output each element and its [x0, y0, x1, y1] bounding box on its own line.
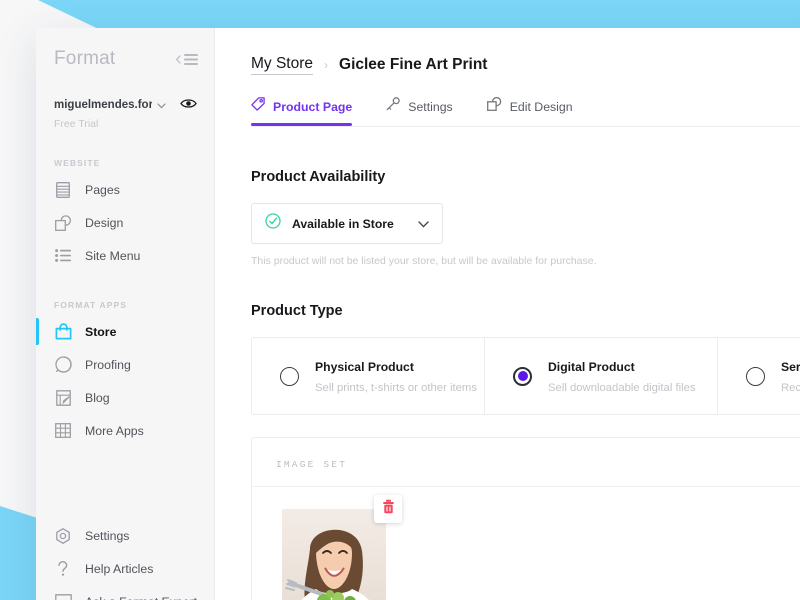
brand-logo: Format	[54, 48, 116, 69]
sidebar-item-label: Pages	[85, 182, 120, 197]
sidebar-item-label: Proofing	[85, 357, 131, 372]
design-icon	[54, 214, 72, 231]
product-type-name: Service	[781, 360, 800, 374]
tab-bar: Product Page Settings Edit Design	[215, 96, 800, 126]
sidebar-header: Format	[36, 28, 214, 70]
product-type-description: Sell prints, t-shirts or other items	[315, 382, 477, 394]
wrench-icon	[386, 97, 401, 116]
sidebar-item-site-menu[interactable]: Site Menu	[36, 239, 214, 272]
main-content: My Store › Giclee Fine Art Print Product…	[215, 28, 800, 600]
product-type-description: Sell downloadable digital files	[548, 382, 696, 394]
product-type-option-physical[interactable]: Physical Product Sell prints, t-shirts o…	[252, 338, 485, 414]
sidebar-item-proofing[interactable]: Proofing	[36, 348, 214, 381]
sidebar-item-label: Site Menu	[85, 248, 141, 263]
availability-selected-value: Available in Store	[292, 216, 394, 231]
tab-label: Settings	[408, 99, 453, 114]
radio-button[interactable]	[280, 366, 299, 386]
sidebar-item-blog[interactable]: Blog	[36, 381, 214, 414]
tag-icon	[251, 97, 265, 116]
eye-icon[interactable]	[180, 96, 197, 114]
tab-product-page[interactable]: Product Page	[251, 97, 353, 126]
sidebar: Format miguelmendes.forma...	[36, 28, 215, 600]
gear-icon	[54, 527, 72, 544]
chevron-down-icon[interactable]	[157, 96, 166, 114]
availability-help-text: This product will not be listed your sto…	[251, 255, 597, 267]
sidebar-item-label: Store	[85, 324, 117, 339]
product-type-description: Receive	[781, 382, 800, 394]
product-availability-section: Product Availability Available in Store …	[215, 169, 800, 267]
image-set-header: IMAGE SET	[252, 438, 800, 487]
product-type-text: Physical Product Sell prints, t-shirts o…	[315, 358, 477, 394]
account-plan: Free Trial	[54, 118, 99, 130]
availability-select[interactable]: Available in Store	[251, 203, 443, 244]
sidebar-item-pages[interactable]: Pages	[36, 173, 214, 206]
sidebar-item-store[interactable]: Store	[36, 315, 214, 348]
sidebar-item-label: Ask a Format Expert	[85, 595, 197, 600]
product-type-options: Physical Product Sell prints, t-shirts o…	[251, 337, 800, 415]
store-bag-icon	[54, 323, 72, 340]
sidebar-footer: Settings Help Articles Ask a Format E	[36, 519, 214, 600]
account-row: miguelmendes.forma...	[54, 96, 198, 114]
tab-label: Edit Design	[509, 99, 573, 114]
sidebar-item-label: More Apps	[85, 423, 144, 438]
radio-selected-dot	[517, 371, 528, 381]
tab-bar-divider	[251, 126, 800, 127]
product-type-section: Product Type	[215, 303, 800, 319]
question-mark-icon	[54, 560, 72, 577]
design-brush-icon	[486, 96, 502, 116]
tab-label: Product Page	[273, 99, 353, 114]
more-apps-grid-icon	[54, 423, 72, 438]
product-type-name: Digital Product	[548, 360, 635, 374]
product-thumbnail[interactable]	[282, 509, 386, 600]
app-window: Format miguelmendes.forma...	[36, 28, 800, 600]
sidebar-item-label: Help Articles	[85, 561, 154, 576]
account-domain[interactable]: miguelmendes.forma...	[54, 99, 152, 111]
image-set-label: IMAGE SET	[276, 459, 348, 470]
breadcrumb: My Store › Giclee Fine Art Print	[215, 28, 800, 75]
breadcrumb-separator-icon: ›	[324, 58, 329, 72]
product-type-option-service[interactable]: Service Receive	[718, 338, 800, 414]
radio-button[interactable]	[513, 366, 532, 386]
sidebar-item-design[interactable]: Design	[36, 206, 214, 239]
nav-group-label-format-apps: FORMAT APPS	[54, 300, 128, 310]
tab-settings[interactable]: Settings	[386, 97, 453, 126]
product-type-text: Service Receive	[781, 358, 800, 394]
sidebar-item-settings[interactable]: Settings	[36, 519, 214, 552]
site-menu-icon	[54, 249, 72, 262]
collapse-menu-icon[interactable]	[175, 53, 198, 65]
sidebar-item-ask-format-expert[interactable]: Ask a Format Expert	[36, 585, 214, 600]
section-title-product-type: Product Type	[251, 303, 343, 319]
product-type-option-digital[interactable]: Digital Product Sell downloadable digita…	[485, 338, 718, 414]
sidebar-item-more-apps[interactable]: More Apps	[36, 414, 214, 447]
breadcrumb-parent-link[interactable]: My Store	[251, 55, 314, 75]
nav-group-label-website: WEBSITE	[54, 158, 101, 168]
delete-image-button[interactable]	[374, 495, 402, 523]
account-block: miguelmendes.forma... Free Trial	[36, 70, 214, 130]
image-set-body	[252, 487, 800, 600]
trash-icon	[382, 499, 395, 519]
image-set-panel: IMAGE SET	[251, 437, 800, 600]
blog-icon	[54, 389, 72, 406]
proofing-icon	[54, 356, 72, 373]
image-set-item[interactable]	[282, 495, 402, 600]
chat-bubble-icon	[54, 594, 72, 600]
sidebar-item-label: Design	[85, 215, 124, 230]
product-type-name: Physical Product	[315, 360, 414, 374]
breadcrumb-current: Giclee Fine Art Print	[339, 56, 488, 73]
radio-button[interactable]	[746, 366, 765, 386]
section-title-availability: Product Availability	[251, 169, 386, 185]
product-type-text: Digital Product Sell downloadable digita…	[548, 358, 696, 394]
sidebar-item-help-articles[interactable]: Help Articles	[36, 552, 214, 585]
tab-edit-design[interactable]: Edit Design	[486, 96, 573, 126]
check-circle-icon	[265, 213, 281, 234]
chevron-down-icon[interactable]	[418, 215, 429, 233]
sidebar-item-label: Blog	[85, 390, 110, 405]
sidebar-item-label: Settings	[85, 528, 130, 543]
pages-icon	[54, 181, 72, 198]
